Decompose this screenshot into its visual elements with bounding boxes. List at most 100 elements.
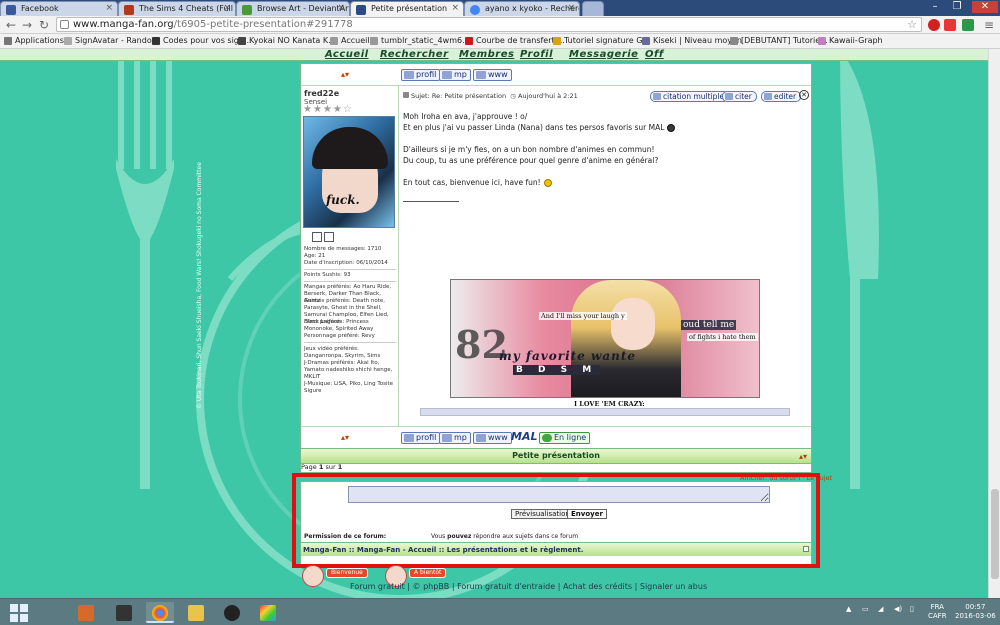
welcome-button[interactable]: Bienvenue (326, 568, 368, 578)
page-icon (553, 37, 561, 45)
www-button[interactable]: www (473, 69, 512, 81)
bookmark-item[interactable]: Kyokai NO Kanata K... (238, 36, 336, 45)
post-date: Aujourd'hui à 2:21 (518, 92, 578, 100)
nav-rechercher[interactable]: Rechercher (380, 49, 449, 60)
profile-button[interactable]: profil (401, 69, 441, 81)
tray-network-icon[interactable]: ◢ (878, 605, 883, 613)
footer-link[interactable]: Signaler un abus (640, 582, 707, 591)
media-player-icon (78, 605, 94, 621)
bookmark-item[interactable]: Applications (4, 36, 64, 45)
nav-profil[interactable]: Profil (520, 49, 553, 60)
author-profile: fred22e Sensei ★★★★☆ fuck. Nombre de mes… (301, 86, 399, 426)
facebook-icon (6, 5, 16, 15)
banner-script: B D S M (513, 365, 601, 375)
reload-icon[interactable]: ↻ (37, 18, 51, 32)
bookmark-item[interactable]: [DEBUTANT] Tutorie... (730, 36, 828, 45)
taskbar-app-paint[interactable] (254, 602, 282, 623)
footer-link[interactable]: Forum gratuit (350, 582, 405, 591)
taskbar-app-media[interactable] (72, 602, 100, 623)
close-icon[interactable]: × (337, 3, 345, 13)
delete-icon[interactable]: ✕ (799, 90, 809, 100)
mal-button[interactable]: MAL (511, 430, 537, 443)
nav-accueil[interactable]: Accueil (325, 49, 369, 60)
stat-dramas: J-Dramas préférés: Akai Ito, Yamato nade… (304, 360, 393, 380)
window-close-icon[interactable]: ✕ (972, 1, 998, 13)
nav-membres[interactable]: Membres (459, 49, 514, 60)
system-clock[interactable]: 00:57 2016-03-06 (955, 603, 996, 621)
taskbar-app-explorer[interactable] (182, 602, 210, 623)
scrollbar-thumb[interactable] (991, 489, 999, 579)
maximize-icon[interactable]: ❐ (948, 1, 966, 13)
extension-evernote-icon[interactable] (962, 19, 974, 31)
page-info-icon[interactable] (60, 20, 69, 29)
tray-up-icon[interactable]: ▲ (846, 605, 851, 613)
taskbar-app-chrome[interactable] (146, 602, 174, 623)
quote-icon (725, 93, 733, 100)
signature-bar (420, 408, 790, 416)
close-icon[interactable]: × (567, 3, 575, 13)
menu-icon[interactable]: ≡ (982, 18, 996, 32)
post-line: Du coup, tu as une préférence pour quel … (403, 156, 659, 165)
edit-button[interactable]: editer (761, 91, 802, 102)
author-name[interactable]: fred22e (304, 89, 339, 98)
footer-link[interactable]: Achat des crédits (563, 582, 632, 591)
deviantart-icon (242, 5, 252, 15)
quote-button[interactable]: citer (722, 91, 757, 102)
input-language[interactable]: FRA CAFR (928, 603, 947, 621)
bookmark-item[interactable]: Kiseki | Niveau moyen (642, 36, 742, 45)
tab-petite-presentation[interactable]: Petite présentation × (350, 1, 464, 16)
close-icon[interactable]: × (105, 3, 113, 13)
arrow-up-down-icon[interactable]: ▴▾ (341, 433, 349, 442)
tray-volume-icon[interactable]: ◀) (894, 605, 902, 613)
arrow-up-down-icon[interactable]: ▴▾ (341, 70, 349, 79)
footer-link[interactable]: © phpBB (413, 582, 450, 591)
tab-facebook[interactable]: Facebook × (0, 1, 118, 16)
taskbar-app-inkscape[interactable] (218, 602, 246, 623)
bookmark-item[interactable]: tumblr_static_4wm6... (370, 36, 470, 45)
goodbye-button[interactable]: A bientôt (409, 568, 447, 578)
forum-icon (356, 5, 366, 15)
tab-sims[interactable]: The Sims 4 Cheats (Full Li × (118, 1, 236, 16)
www-button[interactable]: www (473, 432, 512, 444)
tab-deviantart[interactable]: Browse Art - DeviantArt × (236, 1, 350, 16)
browser-toolbar: ← → ↻ www.manga-fan.org/t6905-petite-pre… (0, 16, 1000, 34)
minimize-icon[interactable]: – (926, 1, 944, 13)
page-icon (330, 37, 338, 45)
tab-google-search[interactable]: ayano x kyoko - Recherch × (464, 1, 580, 16)
profile-button[interactable]: profil (401, 432, 441, 444)
forward-icon[interactable]: → (20, 18, 34, 32)
start-button[interactable] (10, 604, 28, 622)
back-icon[interactable]: ← (4, 18, 18, 32)
extension-opera-icon[interactable] (928, 19, 940, 31)
rank-stars: ★★★★☆ (303, 104, 353, 115)
page-scrollbar[interactable] (988, 49, 1000, 598)
bookmark-item[interactable]: Courbe de transfert ... (465, 36, 565, 45)
bookmark-star-icon[interactable]: ☆ (907, 18, 917, 31)
extension-badge-icon[interactable] (944, 19, 956, 31)
bookmark-item[interactable]: Accueil (330, 36, 370, 45)
stat-films: Films préférés: Princess Mononoke, Spiri… (304, 319, 374, 332)
nav-messagerie[interactable]: Messagerie (569, 49, 638, 60)
close-icon[interactable]: × (451, 3, 459, 13)
footer-link[interactable]: Forum gratuit d'entraide (457, 582, 555, 591)
bookmark-item[interactable]: SignAvatar - Rando... (64, 36, 159, 45)
arrow-up-down-icon[interactable]: ▴▾ (799, 452, 807, 461)
bookmark-item[interactable]: Kawaii-Graph (818, 36, 883, 45)
address-bar[interactable]: www.manga-fan.org/t6905-petite-presentat… (56, 17, 922, 32)
close-icon[interactable]: × (223, 3, 231, 13)
tray-battery-icon[interactable]: ▯ (910, 605, 914, 613)
pm-button[interactable]: mp (439, 69, 471, 81)
bookmark-item[interactable]: Codes pour vos sign... (152, 36, 252, 45)
new-tab-button[interactable] (582, 1, 604, 16)
stat-age: Age: 21 (304, 253, 326, 259)
nav-off[interactable]: Off (645, 49, 664, 60)
pm-button[interactable]: mp (439, 432, 471, 444)
taskbar-app-calculator[interactable] (110, 602, 138, 623)
bookmark-item[interactable]: Tutoriel signature G... (553, 36, 650, 45)
clock-icon: ◷ (510, 92, 516, 100)
footer-links: Forum gratuit | © phpBB | Forum gratuit … (350, 582, 708, 591)
multiquote-button[interactable]: citation multiple (650, 91, 730, 102)
stat-inscription: Date d'inscription: 06/10/2014 (304, 260, 388, 266)
tray-folder-icon[interactable]: ▭ (862, 605, 869, 613)
character-icon (324, 232, 334, 242)
